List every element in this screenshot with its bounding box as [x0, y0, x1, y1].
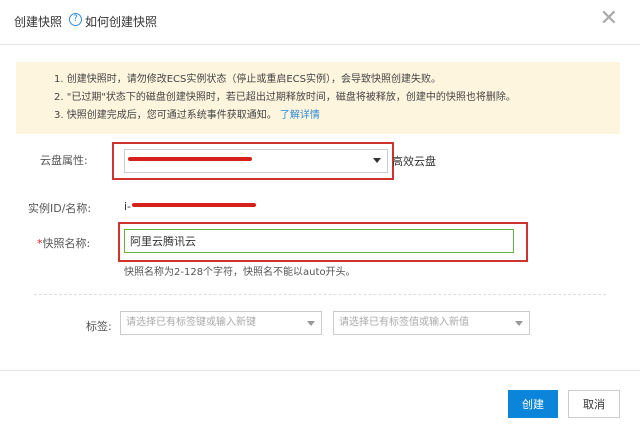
instance-label: 实例ID/名称: [28, 202, 92, 215]
chevron-down-icon [307, 321, 315, 326]
tag-label: 标签: [86, 320, 112, 333]
notice-box: 1. 创建快照时，请勿修改ECS实例状态（停止或重启ECS实例），会导致快照创建… [16, 62, 620, 134]
create-snapshot-dialog: 创建快照 ? 如何创建快照 ✕ 1. 创建快照时，请勿修改ECS实例状态（停止或… [0, 0, 640, 438]
disk-attribute-label: 云盘属性: [40, 154, 88, 167]
tag-value-placeholder: 请选择已有标签值或输入新值 [339, 317, 469, 328]
create-button[interactable]: 创建 [508, 390, 558, 418]
redaction-mark [132, 203, 256, 207]
close-icon[interactable]: ✕ [600, 8, 618, 30]
notice-line-2: 2. "已过期"状态下的磁盘创建快照时，若已超出过期释放时间，磁盘将被释放，创建… [54, 92, 516, 103]
disk-type-text: 高效云盘 [392, 155, 436, 168]
help-icon: ? [69, 13, 82, 26]
highlight-box-disk [112, 142, 394, 180]
divider [34, 294, 606, 295]
tag-key-placeholder: 请选择已有标签键或输入新键 [126, 317, 256, 328]
tag-value-select[interactable]: 请选择已有标签值或输入新值 [333, 311, 530, 335]
help-link[interactable]: 如何创建快照 [85, 13, 157, 30]
snapshot-name-label-text: 快照名称: [42, 237, 91, 250]
tag-key-select[interactable]: 请选择已有标签键或输入新键 [120, 311, 322, 335]
dialog-title: 创建快照 [14, 15, 63, 29]
learn-more-link[interactable]: 了解详情 [280, 110, 320, 121]
chevron-down-icon [515, 321, 523, 326]
snapshot-name-hint: 快照名称为2-128个字符，快照名不能以auto开头。 [124, 267, 356, 278]
notice-line-3-text: 3. 快照创建完成后，您可通过系统事件获取通知。 [54, 110, 277, 121]
dialog-header: 创建快照 ? 如何创建快照 ✕ [0, 0, 640, 45]
snapshot-name-input[interactable]: 阿里云腾讯云 [124, 229, 514, 253]
dialog-footer [0, 370, 640, 371]
snapshot-name-label: *快照名称: [37, 235, 90, 251]
notice-line-1: 1. 创建快照时，请勿修改ECS实例状态（停止或重启ECS实例），会导致快照创建… [54, 74, 442, 85]
notice-line-3: 3. 快照创建完成后，您可通过系统事件获取通知。 了解详情 [54, 106, 320, 121]
instance-value: i- [124, 200, 132, 213]
cancel-button[interactable]: 取消 [568, 390, 620, 418]
